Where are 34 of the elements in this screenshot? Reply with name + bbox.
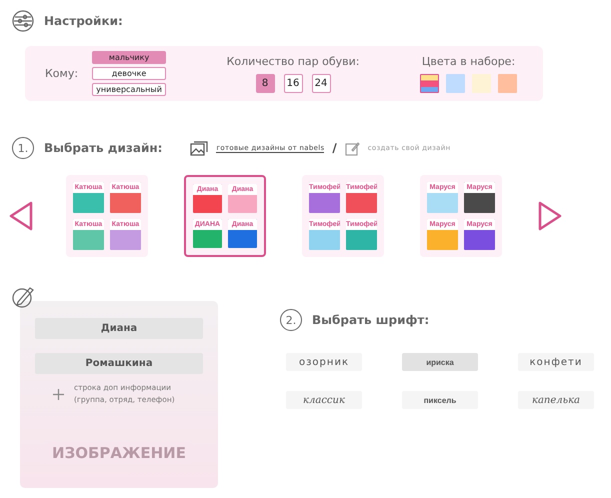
font-option[interactable]: капелька — [518, 391, 594, 409]
settings-title: Настройки: — [44, 14, 123, 28]
recipient-label: Кому: — [45, 67, 78, 80]
font-option[interactable]: ириска — [402, 353, 478, 371]
design-title: Выбрать дизайн: — [44, 141, 162, 155]
step-number: 1. — [12, 137, 34, 159]
color-swatch[interactable] — [420, 74, 439, 92]
previous-arrow[interactable] — [8, 201, 34, 231]
next-arrow[interactable] — [537, 201, 563, 231]
font-option[interactable]: озорник — [286, 353, 362, 371]
step-number: 2. — [280, 309, 302, 331]
font-option[interactable]: конфети — [518, 353, 594, 371]
plus-icon[interactable] — [53, 388, 64, 400]
color-swatch[interactable] — [472, 74, 491, 92]
colors-label: Цвета в наборе: — [422, 54, 516, 68]
font-title: Выбрать шрифт: — [312, 313, 430, 327]
recipient-option[interactable]: мальчику — [92, 51, 166, 64]
font-option[interactable]: пиксель — [402, 391, 478, 409]
pencil-icon — [11, 285, 35, 309]
pairs-option[interactable]: 8 — [256, 74, 275, 92]
name-field[interactable]: Ромашкина — [35, 353, 203, 374]
font-option[interactable]: классик — [286, 391, 362, 409]
edit-icon — [344, 140, 360, 156]
pairs-option[interactable]: 24 — [312, 74, 331, 92]
settings-icon — [12, 10, 34, 32]
recipient-option[interactable]: девочке — [92, 67, 166, 80]
images-icon — [190, 140, 208, 156]
name-field[interactable]: Диана — [35, 318, 203, 339]
recipient-option[interactable]: универсальный — [92, 83, 166, 96]
color-swatch[interactable] — [498, 74, 517, 92]
color-swatch[interactable] — [446, 74, 465, 92]
pairs-option[interactable]: 16 — [284, 74, 303, 92]
pairs-label: Количество пар обуви: — [226, 54, 360, 68]
separator-slash: / — [332, 141, 337, 155]
